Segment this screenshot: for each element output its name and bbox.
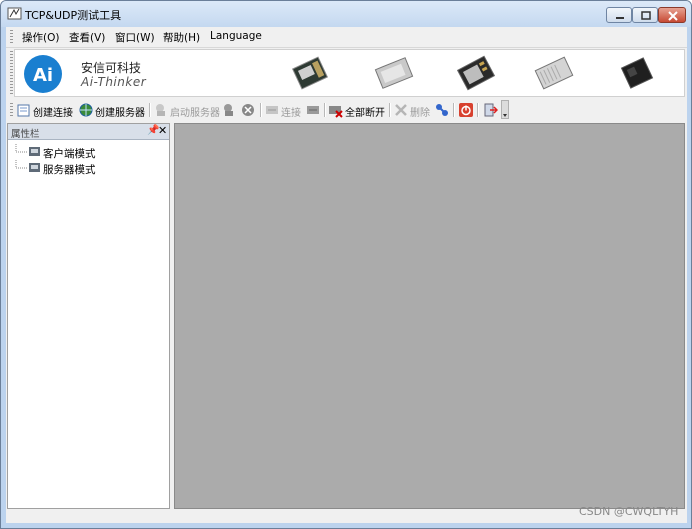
tree-item-label: 服务器模式: [43, 164, 96, 176]
svg-text:Ai: Ai: [33, 65, 53, 86]
app-icon: [7, 7, 22, 20]
start-server-button[interactable]: 启动服务器: [153, 102, 220, 119]
tree-connector: [15, 160, 40, 172]
globe-icon: [79, 103, 93, 117]
stop-circle-icon: [242, 104, 254, 116]
exit-button[interactable]: [482, 102, 498, 118]
menu-bar: 操作(O) 查看(V) 窗口(W) 帮助(H) Language: [6, 27, 687, 48]
chevron-down-icon: [503, 114, 507, 117]
disconnect-icon: [307, 106, 319, 114]
toolbar-overflow-button[interactable]: [501, 100, 509, 119]
disconnect-button[interactable]: [305, 102, 321, 118]
disconnect-all-icon: [329, 106, 343, 118]
tree-item-label: 客户端模式: [43, 148, 96, 160]
start-server-label: 启动服务器: [170, 108, 220, 119]
delete-button[interactable]: 删除: [393, 102, 433, 119]
wifi-module-image: [620, 57, 654, 89]
network-icon: [436, 104, 448, 116]
client-area: 操作(O) 查看(V) 窗口(W) 帮助(H) Language Ai 安信可科…: [6, 27, 687, 523]
toolbar-separator: [453, 103, 455, 117]
company-name-cn: 安信可科技: [81, 61, 142, 75]
wifi-module-image: [291, 56, 329, 90]
panel-header: 属性栏 📌 ✕: [8, 124, 169, 140]
tree-connector: [15, 144, 40, 156]
new-connection-icon: [17, 104, 30, 117]
exit-icon: [484, 103, 498, 117]
stop-server-button[interactable]: [240, 102, 256, 118]
disconnect-all-button[interactable]: 全部断开: [328, 102, 388, 119]
panel-title: 属性栏: [11, 129, 40, 140]
panel-close-icon[interactable]: ✕: [158, 124, 167, 137]
power-icon: [459, 103, 473, 117]
connect-button[interactable]: 连接: [264, 102, 304, 119]
title-bar[interactable]: TCP&UDP测试工具: [1, 1, 691, 27]
ai-thinker-logo: Ai: [24, 55, 62, 93]
window-title: TCP&UDP测试工具: [25, 9, 122, 22]
menu-view[interactable]: 查看(V): [69, 30, 105, 45]
csdn-watermark: CSDN @CWQLTYH: [579, 505, 679, 518]
server-settings-button[interactable]: [221, 102, 237, 118]
create-connection-label: 创建连接: [33, 108, 73, 119]
toolbar-separator: [324, 103, 326, 117]
toolbar-separator: [149, 103, 151, 117]
toolbar: 创建连接 创建服务器 启动服务器 连接 全部断开 删除: [6, 99, 687, 121]
maximize-button[interactable]: [632, 7, 658, 23]
connect-label: 连接: [281, 108, 301, 119]
network-button[interactable]: [434, 102, 450, 118]
menu-grip[interactable]: [10, 30, 13, 44]
minimize-button[interactable]: [606, 7, 632, 23]
menu-language[interactable]: Language: [210, 30, 262, 42]
server-start-icon: [156, 104, 165, 116]
wifi-module-image: [534, 56, 574, 90]
menu-operate[interactable]: 操作(O): [22, 30, 59, 45]
wifi-module-image: [456, 55, 496, 91]
maximize-icon: [641, 11, 651, 20]
create-server-label: 创建服务器: [95, 108, 145, 119]
banner-grip[interactable]: [10, 51, 13, 95]
create-connection-button[interactable]: 创建连接: [16, 102, 78, 119]
toolbar-separator: [477, 103, 479, 117]
delete-icon: [395, 104, 407, 116]
close-icon: [668, 11, 678, 21]
company-name-en: Ai-Thinker: [81, 75, 147, 89]
toolbar-separator: [260, 103, 262, 117]
main-window: TCP&UDP测试工具 操作(O) 查看(V) 窗口(W) 帮助(H) Lang…: [0, 0, 692, 529]
power-button[interactable]: [458, 102, 474, 118]
toolbar-grip[interactable]: [10, 103, 13, 117]
mdi-workspace[interactable]: [174, 123, 685, 509]
wifi-module-image: [374, 57, 414, 89]
server-icon: [224, 104, 233, 116]
menu-help[interactable]: 帮助(H): [163, 30, 200, 45]
delete-label: 删除: [410, 108, 430, 119]
close-button[interactable]: [658, 7, 686, 23]
property-panel: 属性栏 📌 ✕ 客户端模式 服务器模式: [7, 123, 170, 509]
connect-icon: [266, 106, 278, 114]
disconnect-all-label: 全部断开: [345, 108, 385, 119]
menu-window[interactable]: 窗口(W): [115, 30, 155, 45]
brand-banner: Ai 安信可科技 Ai-Thinker: [14, 49, 685, 97]
toolbar-separator: [389, 103, 391, 117]
create-server-button[interactable]: 创建服务器: [78, 102, 150, 119]
minimize-icon: [616, 17, 624, 19]
